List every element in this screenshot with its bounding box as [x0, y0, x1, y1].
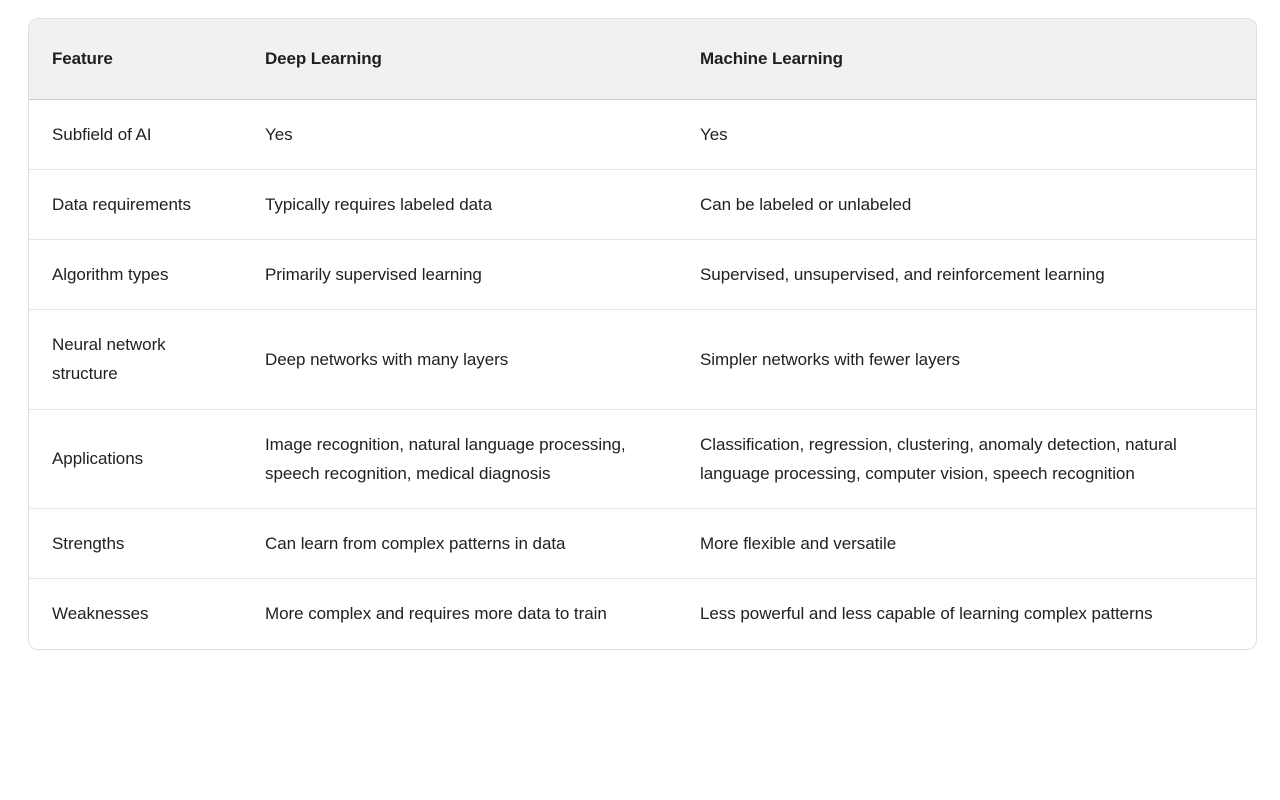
page-root: Feature Deep Learning Machine Learning S… [0, 0, 1280, 800]
cell-deep-learning: Image recognition, natural language proc… [242, 409, 677, 510]
cell-deep-learning-text: Yes [265, 124, 293, 144]
table-row: Algorithm types Primarily supervised lea… [29, 239, 1256, 311]
table-row: Weaknesses More complex and requires mor… [29, 579, 1256, 649]
cell-feature-text: Weaknesses [52, 604, 149, 624]
cell-feature: Data requirements [29, 169, 242, 240]
cell-feature-text: Neural network structure [52, 335, 166, 384]
cell-machine-learning: Can be labeled or unlabeled [677, 169, 1256, 240]
cell-machine-learning-text: Less powerful and less capable of learni… [700, 604, 1153, 624]
table-row: Applications Image recognition, natural … [29, 409, 1256, 510]
cell-feature: Subfield of AI [29, 99, 242, 170]
table-header-row: Feature Deep Learning Machine Learning [29, 19, 1256, 100]
cell-deep-learning-text: More complex and requires more data to t… [265, 604, 607, 624]
cell-deep-learning: Can learn from complex patterns in data [242, 508, 677, 580]
cell-machine-learning: Classification, regression, clustering, … [677, 409, 1256, 510]
cell-deep-learning-text: Typically requires labeled data [265, 194, 493, 214]
cell-feature: Algorithm types [29, 239, 242, 311]
cell-deep-learning: More complex and requires more data to t… [242, 579, 677, 649]
cell-deep-learning-text: Image recognition, natural language proc… [265, 434, 626, 483]
cell-machine-learning-text: Yes [700, 124, 728, 144]
cell-deep-learning: Primarily supervised learning [242, 239, 677, 311]
column-header-feature[interactable]: Feature [29, 19, 242, 100]
cell-machine-learning-text: Simpler networks with fewer layers [700, 349, 960, 369]
cell-deep-learning-text: Can learn from complex patterns in data [265, 534, 566, 554]
cell-feature-text: Subfield of AI [52, 124, 152, 144]
table-row: Data requirements Typically requires lab… [29, 169, 1256, 240]
column-header-machine-learning[interactable]: Machine Learning [677, 19, 1256, 100]
cell-machine-learning-text: Classification, regression, clustering, … [700, 434, 1177, 483]
table-row: Subfield of AI Yes Yes [29, 99, 1256, 170]
cell-deep-learning-text: Deep networks with many layers [265, 349, 509, 369]
cell-feature-text: Algorithm types [52, 264, 169, 284]
cell-machine-learning: Less powerful and less capable of learni… [677, 579, 1256, 649]
cell-deep-learning-text: Primarily supervised learning [265, 264, 482, 284]
cell-feature: Neural network structure [29, 309, 242, 410]
column-header-deep-learning[interactable]: Deep Learning [242, 19, 677, 100]
comparison-table: Feature Deep Learning Machine Learning S… [29, 19, 1256, 649]
table-row: Strengths Can learn from complex pattern… [29, 508, 1256, 580]
table-header: Feature Deep Learning Machine Learning [29, 19, 1256, 100]
cell-feature-text: Strengths [52, 534, 125, 554]
cell-feature-text: Data requirements [52, 194, 191, 214]
cell-machine-learning: More flexible and versatile [677, 508, 1256, 580]
cell-deep-learning: Deep networks with many layers [242, 309, 677, 410]
table-row: Neural network structure Deep networks w… [29, 309, 1256, 410]
cell-feature: Strengths [29, 508, 242, 580]
cell-machine-learning: Yes [677, 99, 1256, 170]
comparison-table-card: Feature Deep Learning Machine Learning S… [28, 18, 1257, 650]
cell-machine-learning: Supervised, unsupervised, and reinforcem… [677, 239, 1256, 311]
cell-deep-learning: Typically requires labeled data [242, 169, 677, 240]
cell-feature-text: Applications [52, 449, 144, 469]
table-body: Subfield of AI Yes Yes Data requirements… [29, 99, 1256, 649]
cell-machine-learning-text: More flexible and versatile [700, 534, 897, 554]
cell-machine-learning-text: Can be labeled or unlabeled [700, 194, 912, 214]
cell-deep-learning: Yes [242, 99, 677, 170]
cell-machine-learning: Simpler networks with fewer layers [677, 309, 1256, 410]
cell-feature: Applications [29, 409, 242, 510]
cell-machine-learning-text: Supervised, unsupervised, and reinforcem… [700, 264, 1105, 284]
cell-feature: Weaknesses [29, 579, 242, 649]
